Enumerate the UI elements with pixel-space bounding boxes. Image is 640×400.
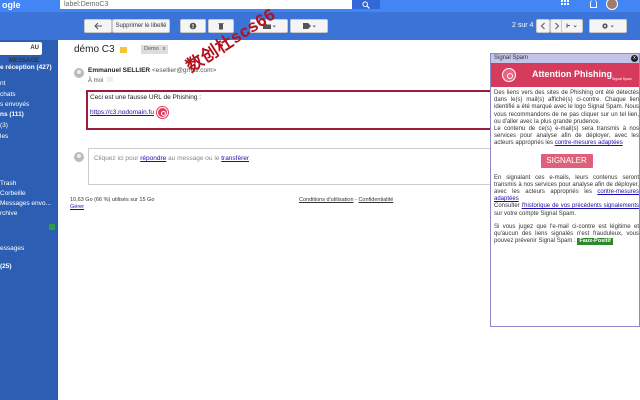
page-title: démo C3 — [74, 44, 115, 55]
signaler-button[interactable]: SIGNALER — [540, 153, 593, 168]
status-online-icon — [49, 224, 55, 230]
sidebar-item-trash-label[interactable]: Trash — [0, 180, 16, 187]
sidebar-item-sent[interactable]: s envoyés — [0, 101, 29, 108]
panel-paragraph: Des liens vers des sites de Phishing ont… — [494, 90, 639, 148]
sidebar-item-messages[interactable]: essages — [0, 245, 24, 252]
panel-paragraph: En signalant ces e-mails, leurs contenus… — [494, 175, 639, 218]
terms-link[interactable]: Conditions d'utilisation — [299, 197, 354, 203]
sidebar-item-archive[interactable]: rchive — [0, 210, 17, 217]
google-logo[interactable]: ogle — [2, 0, 21, 10]
settings-button[interactable] — [589, 19, 627, 33]
sidebar-item-25[interactable]: (25) — [0, 263, 12, 270]
signal-spam-panel: Signal Spam x Attention Phishing Signal … — [490, 53, 640, 327]
message-text: Ceci est une fausse URL de Phishing : — [90, 94, 202, 101]
phishing-link[interactable]: https://c3.nodomain.fu — [90, 109, 154, 116]
search-input[interactable]: label:DemoC3 — [60, 0, 352, 9]
panel-body: Des liens vers des sites de Phishing ont… — [494, 90, 639, 251]
sidebar-item-corbeille[interactable]: Corbeille — [0, 190, 26, 197]
newer-button[interactable] — [536, 19, 550, 33]
sidebar-item-starred[interactable]: nt — [0, 80, 5, 87]
top-bar: ogle label:DemoC3 — [0, 0, 640, 12]
back-arrow-icon — [93, 22, 102, 30]
storage-info: 10,63 Go (66 %) utilisés sur 15 Go Gérer — [70, 197, 154, 211]
forward-link[interactable]: transférer — [221, 155, 249, 162]
report-spam-button[interactable] — [180, 19, 206, 33]
input-tools-button[interactable] — [561, 19, 583, 33]
panel-text-legit: Si vous jugez que l'e-mail ci-contre est… — [494, 223, 639, 245]
sender-avatar — [74, 68, 84, 78]
reply-box[interactable]: Cliquez ici pour répondre au message ou … — [88, 148, 498, 185]
recipient-text: À moi — [88, 78, 104, 84]
reply-mid: au message ou le — [166, 155, 222, 162]
label-chip-close-icon[interactable]: x — [163, 46, 166, 52]
recipient-line[interactable]: À moi — [88, 77, 114, 84]
compose-button[interactable]: AU MESSAGE — [0, 42, 42, 64]
sidebar-item-chats[interactable]: chats — [0, 91, 16, 98]
account-avatar[interactable] — [606, 0, 618, 10]
notification-bell-icon[interactable] — [590, 0, 597, 8]
close-icon[interactable]: x — [631, 55, 638, 62]
keyboard-icon — [566, 23, 577, 28]
signal-spam-warning-icon — [157, 107, 168, 118]
remove-label-button[interactable]: Supprimer le libellé — [112, 19, 170, 33]
label-chip[interactable]: Demo x — [141, 45, 169, 54]
label-tag-icon — [303, 23, 316, 29]
manage-storage-link[interactable]: Gérer — [70, 204, 154, 211]
panel-title: Signal Spam — [494, 55, 529, 61]
spam-icon — [189, 22, 197, 30]
sidebar-item-3[interactable]: (3) — [0, 122, 8, 129]
panel-text-consult: Consulter — [494, 203, 522, 210]
history-link[interactable]: l'historique de vos précédents signaleme… — [522, 203, 639, 209]
reply-link[interactable]: répondre — [140, 155, 166, 162]
sidebar-item-messages-envoyes[interactable]: Messages envo... — [0, 200, 51, 207]
reply-prefix: Cliquez ici pour — [94, 155, 141, 162]
reply-avatar — [74, 152, 84, 162]
labels-button[interactable] — [290, 19, 328, 33]
search-button[interactable] — [352, 0, 380, 9]
apps-grid-icon[interactable] — [561, 0, 569, 8]
phishing-banner: Attention Phishing Signal Spam — [491, 63, 639, 87]
important-marker-icon[interactable] — [120, 47, 127, 53]
search-icon — [362, 1, 370, 9]
sidebar-item-circles[interactable]: les — [0, 133, 8, 140]
sender-name: Emmanuel SELLIER — [88, 67, 151, 74]
false-positive-button[interactable]: Faux-Positif — [577, 238, 613, 246]
privacy-link[interactable]: Confidentialité — [358, 197, 393, 203]
recipient-details-chevron-icon[interactable] — [107, 77, 114, 82]
countermeasures-link[interactable]: contre-mesures adaptées — [555, 140, 623, 146]
sidebar-item-inbox[interactable]: e réception (427) — [0, 64, 52, 71]
banner-title: Attention Phishing — [532, 69, 612, 79]
sidebar: AU MESSAGE e réception (427) nt chats s … — [0, 40, 58, 400]
label-chip-text: Demo — [144, 46, 159, 52]
chevron-left-icon — [540, 22, 545, 30]
panel-header: Signal Spam x — [491, 54, 639, 63]
banner-brand: Signal Spam — [612, 77, 632, 81]
signal-spam-logo-icon — [502, 68, 516, 82]
panel-text-account: sur votre compte Signal Spam. — [494, 210, 577, 217]
message-body: Ceci est une fausse URL de Phishing : ht… — [86, 90, 498, 130]
back-button[interactable] — [84, 19, 112, 33]
chevron-right-icon — [555, 22, 560, 30]
storage-usage: 10,63 Go (66 %) utilisés sur 15 Go — [70, 197, 155, 203]
toolbar: Supprimer le libellé 2 sur 4 — [0, 12, 640, 40]
gear-icon — [602, 23, 614, 29]
sidebar-item-drafts[interactable]: ns (111) — [0, 111, 24, 118]
footer-links: Conditions d'utilisation - Confidentiali… — [299, 197, 393, 203]
panel-text-detected: Des liens vers des sites de Phishing ont… — [494, 90, 639, 125]
pager-count: 2 sur 4 — [512, 22, 534, 29]
panel-paragraph: Si vous jugez que l'e-mail ci-contre est… — [494, 224, 639, 246]
